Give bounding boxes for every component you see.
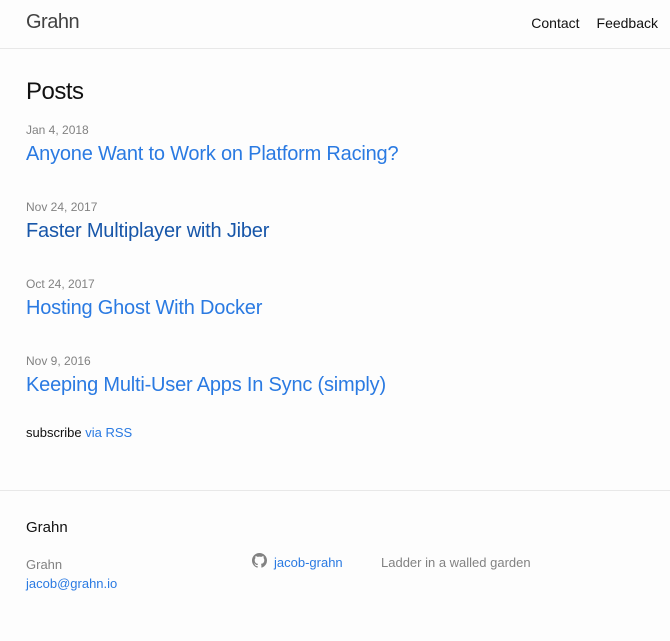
post-date: Oct 24, 2017 <box>26 277 95 291</box>
post-date: Nov 9, 2016 <box>26 354 91 368</box>
subscribe-text: subscribe <box>26 425 82 440</box>
footer-heading: Grahn <box>26 519 68 536</box>
post-link[interactable]: Anyone Want to Work on Platform Racing? <box>26 142 646 182</box>
site-tagline: Ladder in a walled garden <box>381 555 531 570</box>
post-date: Nov 24, 2017 <box>26 200 98 214</box>
site-nav: Contact Feedback <box>514 15 658 31</box>
nav-contact[interactable]: Contact <box>531 15 579 31</box>
email-link[interactable]: jacob@grahn.io <box>26 576 117 591</box>
post-list-section: Posts Jan 4, 2018 Anyone Want to Work on… <box>26 78 646 440</box>
footer-social: jacob-grahn <box>252 553 343 571</box>
post-link[interactable]: Keeping Multi-User Apps In Sync (simply) <box>26 373 646 413</box>
rss-link[interactable]: via RSS <box>85 425 132 440</box>
nav-feedback[interactable]: Feedback <box>597 15 658 31</box>
github-icon <box>252 553 268 571</box>
page-title: Posts <box>26 78 84 105</box>
site-header: Grahn Contact Feedback <box>0 0 670 49</box>
github-link[interactable]: jacob-grahn <box>274 555 343 570</box>
post-item: Jan 4, 2018 Anyone Want to Work on Platf… <box>26 122 646 182</box>
post-link[interactable]: Hosting Ghost With Docker <box>26 296 646 336</box>
rss-subscribe: subscribe via RSS <box>26 425 646 440</box>
site-footer: Grahn Grahn jacob@grahn.io jacob-grahn L… <box>0 490 670 641</box>
post-date: Jan 4, 2018 <box>26 123 89 137</box>
post-item: Nov 9, 2016 Keeping Multi-User Apps In S… <box>26 353 646 413</box>
post-item: Nov 24, 2017 Faster Multiplayer with Jib… <box>26 199 646 259</box>
site-title-link[interactable]: Grahn <box>26 11 80 34</box>
footer-contact: Grahn jacob@grahn.io <box>26 555 117 593</box>
footer-name: Grahn <box>26 557 63 572</box>
post-link[interactable]: Faster Multiplayer with Jiber <box>26 219 646 259</box>
post-item: Oct 24, 2017 Hosting Ghost With Docker <box>26 276 646 336</box>
